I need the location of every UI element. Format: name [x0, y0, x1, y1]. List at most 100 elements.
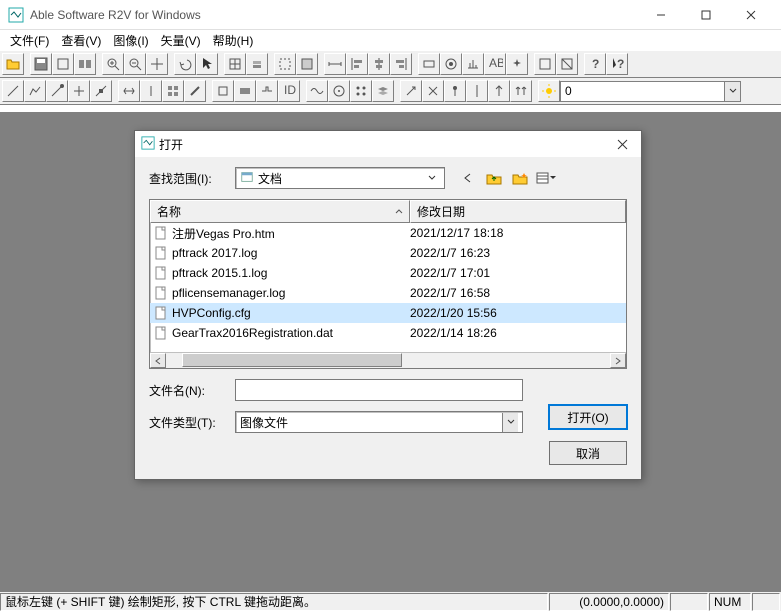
chevron-down-icon[interactable]	[424, 174, 440, 182]
file-name: pftrack 2017.log	[172, 246, 257, 260]
menu-image[interactable]: 图像(I)	[107, 30, 154, 51]
filetype-label: 文件类型(T):	[149, 414, 235, 431]
dots-icon[interactable]	[350, 80, 372, 102]
poly-tool-icon[interactable]	[24, 80, 46, 102]
file-row[interactable]: pftrack 2017.log2022/1/7 16:23	[150, 243, 626, 263]
btool-3-icon[interactable]	[256, 80, 278, 102]
tool-icon-b[interactable]	[440, 53, 462, 75]
sun-icon[interactable]	[538, 80, 560, 102]
scroll-thumb[interactable]	[182, 353, 402, 367]
status-num: NUM	[709, 593, 751, 611]
tool-icon-d[interactable]	[534, 53, 556, 75]
filetype-value: 图像文件	[240, 414, 288, 431]
slash-tool-icon[interactable]	[184, 80, 206, 102]
menu-vector[interactable]: 矢量(V)	[155, 30, 207, 51]
region-icon-2[interactable]	[296, 53, 318, 75]
vtool-icon[interactable]	[140, 80, 162, 102]
horizontal-scrollbar[interactable]	[150, 352, 626, 368]
minimize-button[interactable]	[638, 0, 683, 29]
align-center-icon[interactable]	[368, 53, 390, 75]
region-icon-1[interactable]	[274, 53, 296, 75]
layer-icon[interactable]	[372, 80, 394, 102]
abc-icon[interactable]: ABC	[484, 53, 506, 75]
save-icon[interactable]	[30, 53, 52, 75]
cancel-button[interactable]: 取消	[549, 441, 627, 465]
sparkle-icon[interactable]	[506, 53, 528, 75]
zoom-out-icon[interactable]	[124, 53, 146, 75]
grid-icon-1[interactable]	[224, 53, 246, 75]
up-folder-button[interactable]	[483, 167, 505, 189]
app-icon	[8, 7, 24, 23]
file-row[interactable]: GearTrax2016Registration.dat2022/1/14 18…	[150, 323, 626, 343]
filename-field[interactable]	[235, 379, 523, 401]
arrow-diag-icon[interactable]	[422, 80, 444, 102]
status-coords: (0.0000,0.0000)	[549, 593, 669, 611]
align-right-icon[interactable]	[390, 53, 412, 75]
wave-icon[interactable]	[306, 80, 328, 102]
value-combo[interactable]	[560, 81, 741, 102]
location-combo[interactable]: 文档	[235, 167, 445, 189]
context-help-icon[interactable]: ?	[606, 53, 628, 75]
hflip-icon[interactable]	[118, 80, 140, 102]
align-left-icon[interactable]	[346, 53, 368, 75]
id-tool-icon[interactable]: ID	[278, 80, 300, 102]
file-date: 2022/1/20 15:56	[410, 306, 622, 320]
file-row[interactable]: HVPConfig.cfg 2022/1/20 15:56	[150, 303, 626, 323]
view-menu-button[interactable]	[535, 167, 557, 189]
menubar: 文件(F) 查看(V) 图像(I) 矢量(V) 帮助(H)	[0, 30, 781, 50]
back-button[interactable]	[457, 167, 479, 189]
stack-icon[interactable]	[246, 53, 268, 75]
arrow-ne-icon[interactable]	[400, 80, 422, 102]
menu-help[interactable]: 帮助(H)	[207, 30, 260, 51]
menu-file[interactable]: 文件(F)	[4, 30, 55, 51]
two-up-icon[interactable]	[510, 80, 532, 102]
file-name: HVPConfig.cfg	[172, 306, 251, 320]
column-header-date[interactable]: 修改日期	[410, 200, 626, 223]
file-row[interactable]: pftrack 2015.1.log2022/1/7 17:01	[150, 263, 626, 283]
file-date: 2022/1/7 17:01	[410, 266, 622, 280]
line-tool-icon[interactable]	[2, 80, 24, 102]
open-button[interactable]: 打开(O)	[549, 405, 627, 429]
crosshair-icon[interactable]	[146, 53, 168, 75]
menu-view[interactable]: 查看(V)	[55, 30, 107, 51]
dialog-close-button[interactable]	[609, 133, 635, 155]
chevron-down-icon[interactable]	[502, 413, 518, 432]
open-icon[interactable]	[2, 53, 24, 75]
tool-icon-2[interactable]	[74, 53, 96, 75]
arrow-up-icon[interactable]	[488, 80, 510, 102]
file-row[interactable]: 注册Vegas Pro.htm2021/12/17 18:18	[150, 223, 626, 243]
cross-tool-icon[interactable]	[68, 80, 90, 102]
tool-icon-c[interactable]	[462, 53, 484, 75]
column-header-name[interactable]: 名称	[150, 200, 410, 223]
value-combo-input[interactable]	[561, 82, 724, 101]
maximize-button[interactable]	[683, 0, 728, 29]
file-row[interactable]: pflicensemanager.log2022/1/7 16:58	[150, 283, 626, 303]
btool-2-icon[interactable]	[234, 80, 256, 102]
btool-1-icon[interactable]	[212, 80, 234, 102]
tool-icon-e[interactable]	[556, 53, 578, 75]
mark-tool-icon[interactable]	[444, 80, 466, 102]
undo-icon[interactable]	[174, 53, 196, 75]
scroll-left-button[interactable]	[150, 353, 166, 368]
node-tool-icon[interactable]	[90, 80, 112, 102]
pointer-icon[interactable]	[196, 53, 218, 75]
tool-icon-1[interactable]	[52, 53, 74, 75]
filetype-combo[interactable]: 图像文件	[235, 411, 523, 433]
titlebar: Able Software R2V for Windows	[0, 0, 781, 30]
new-folder-button[interactable]	[509, 167, 531, 189]
filename-input[interactable]	[236, 380, 522, 400]
help-icon[interactable]: ?	[584, 53, 606, 75]
vline-icon[interactable]	[466, 80, 488, 102]
scroll-right-button[interactable]	[610, 353, 626, 368]
tool-icon-a[interactable]	[418, 53, 440, 75]
close-button[interactable]	[728, 0, 773, 29]
chevron-down-icon[interactable]	[724, 82, 740, 101]
hselect-icon[interactable]	[324, 53, 346, 75]
file-date: 2022/1/7 16:58	[410, 286, 622, 300]
file-name: GearTrax2016Registration.dat	[172, 326, 333, 340]
grid4-icon[interactable]	[162, 80, 184, 102]
edit-tool-icon[interactable]	[46, 80, 68, 102]
statusbar: 鼠标左键 (+ SHIFT 键) 绘制矩形, 按下 CTRL 键拖动距离。 (0…	[0, 591, 781, 611]
zoom-in-icon[interactable]	[102, 53, 124, 75]
target-icon[interactable]	[328, 80, 350, 102]
